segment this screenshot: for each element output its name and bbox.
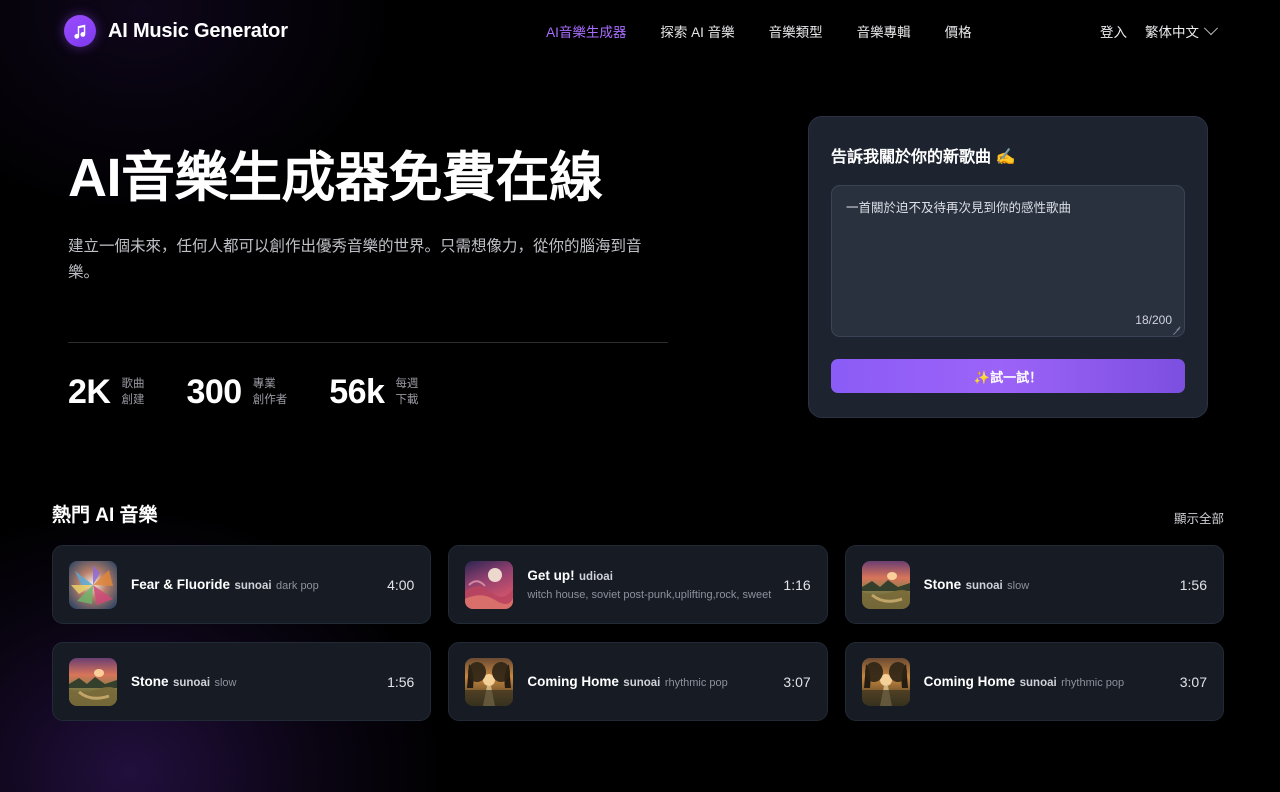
hero-copy: AI音樂生成器免費在線 建立一個未來，任何人都可以創作出優秀音樂的世界。只需想像… [68, 116, 680, 418]
track-meta: Coming Home sunoai rhythmic pop [924, 673, 1158, 691]
track-duration: 3:07 [783, 673, 811, 690]
album-art-thumbnail [69, 560, 117, 609]
section-title: 熱門 AI 音樂 [52, 505, 158, 526]
header-actions: 登入 繁体中文 [1100, 21, 1219, 41]
chevron-down-icon [1203, 21, 1219, 36]
stat-value: 56k [329, 372, 385, 411]
nav-item-pricing[interactable]: 價格 [945, 21, 972, 41]
nav-item-explore-ai-music[interactable]: 探索 AI 音樂 [660, 21, 734, 41]
track-grid: Fear & Fluoride sunoai dark pop 4:00 Get… [52, 545, 1224, 721]
brand-name: AI Music Generator [108, 19, 288, 42]
show-all-link[interactable]: 顯示全部 [1174, 508, 1224, 527]
character-counter: 18/200 [1135, 313, 1172, 327]
site-header: AI Music Generator AI音樂生成器 探索 AI 音樂 音樂類型… [0, 0, 1280, 62]
stat-label-line2: 創作者 [252, 394, 288, 407]
track-title: Coming Home [923, 673, 1016, 689]
hero-section: AI音樂生成器免費在線 建立一個未來，任何人都可以創作出優秀音樂的世界。只需想像… [0, 62, 1280, 418]
track-title: Coming Home [527, 673, 619, 689]
track-meta: Get up! udioai witch house, soviet post-… [527, 567, 771, 603]
album-art-thumbnail [465, 560, 514, 609]
album-art-thumbnail [861, 657, 910, 706]
page-title: AI音樂生成器免費在線 [68, 148, 603, 208]
prompt-textarea-value: 一首關於迫不及待再次見到你的感性歌曲 [846, 201, 1072, 215]
stat-label-line1: 專業 [252, 377, 276, 390]
stat-songs-created: 2K 歌曲 創建 [68, 373, 144, 412]
stat-label: 專業 創作者 [253, 376, 288, 409]
track-tags: rhythmic pop [664, 676, 728, 689]
nav-item-music-albums[interactable]: 音樂專輯 [857, 21, 911, 41]
nav-item-ai-music-generator[interactable]: AI音樂生成器 [546, 21, 626, 41]
stat-label: 歌曲 創建 [121, 376, 144, 409]
track-card[interactable]: Fear & Fluoride sunoai dark pop 4:00 [52, 545, 432, 624]
track-tags: rhythmic pop [1061, 676, 1125, 689]
stat-value: 2K [68, 372, 111, 411]
track-meta: Stone sunoai slow [131, 673, 365, 691]
resize-handle-icon[interactable] [1171, 323, 1181, 333]
track-title: Stone [131, 673, 169, 689]
track-duration: 1:56 [387, 673, 415, 690]
stats-row: 2K 歌曲 創建 300 專業 創作者 56k 每週 下載 [68, 373, 680, 412]
hero-panel-wrapper: 告訴我關於你的新歌曲 ✍️ 一首關於迫不及待再次見到你的感性歌曲 18/200 … [720, 116, 1208, 418]
track-artist: sunoai [1019, 676, 1057, 689]
language-selector[interactable]: 繁体中文 [1145, 21, 1219, 41]
track-meta: Fear & Fluoride sunoai dark pop [131, 576, 365, 594]
track-tags: slow [1007, 579, 1030, 592]
try-it-button[interactable]: ✨試一試！ [831, 359, 1185, 393]
track-meta: Stone sunoai slow [924, 576, 1158, 594]
track-card[interactable]: Coming Home sunoai rhythmic pop 3:07 [844, 642, 1224, 721]
popular-music-section: 熱門 AI 音樂 顯示全部 Fear & Fluoride sunoai dar… [0, 418, 1280, 721]
track-tags: slow [214, 676, 237, 689]
track-title: Fear & Fluoride [131, 576, 231, 592]
track-artist: sunoai [623, 676, 661, 689]
hero-divider [68, 341, 668, 343]
primary-navigation: AI音樂生成器 探索 AI 音樂 音樂類型 音樂專輯 價格 [416, 21, 972, 41]
stat-label-line1: 每週 [395, 377, 419, 390]
track-duration: 1:16 [783, 576, 811, 593]
track-title: Get up! [527, 567, 575, 583]
stat-label-line2: 下載 [395, 394, 419, 407]
language-label: 繁体中文 [1145, 25, 1199, 40]
nav-item-music-genres[interactable]: 音樂類型 [769, 21, 823, 41]
track-artist: sunoai [234, 579, 272, 592]
track-duration: 1:56 [1179, 576, 1207, 593]
track-tags: dark pop [275, 579, 319, 592]
stat-weekly-downloads: 56k 每週 下載 [329, 373, 418, 412]
stat-label: 每週 下載 [395, 376, 418, 409]
prompt-panel-title: 告訴我關於你的新歌曲 ✍️ [831, 149, 1016, 166]
track-duration: 4:00 [387, 576, 415, 593]
popular-section-header: 熱門 AI 音樂 顯示全部 [52, 500, 1224, 527]
track-card[interactable]: Coming Home sunoai rhythmic pop 3:07 [448, 642, 828, 721]
track-duration: 3:07 [1179, 673, 1207, 690]
track-artist: sunoai [172, 676, 211, 689]
track-meta: Coming Home sunoai rhythmic pop [527, 673, 761, 691]
brand-logo[interactable]: AI Music Generator [64, 15, 288, 47]
stat-label-line1: 歌曲 [121, 377, 145, 390]
hero-subtitle: 建立一個未來，任何人都可以創作出優秀音樂的世界。只需想像力，從你的腦海到音樂。 [68, 237, 642, 282]
track-title: Stone [923, 576, 962, 592]
stat-label-line2: 創建 [121, 394, 145, 407]
album-art-thumbnail [861, 560, 910, 609]
music-note-icon [64, 15, 96, 47]
track-tags: witch house, soviet post-punk,uplifting,… [527, 588, 772, 601]
prompt-panel: 告訴我關於你的新歌曲 ✍️ 一首關於迫不及待再次見到你的感性歌曲 18/200 … [808, 116, 1208, 418]
stat-pro-creators: 300 專業 創作者 [186, 373, 287, 412]
track-card[interactable]: Stone sunoai slow 1:56 [52, 642, 432, 721]
track-artist: sunoai [965, 579, 1003, 592]
track-card[interactable]: Get up! udioai witch house, soviet post-… [448, 545, 828, 624]
track-card[interactable]: Stone sunoai slow 1:56 [844, 545, 1224, 624]
album-art-thumbnail [69, 657, 117, 706]
track-artist: udioai [579, 570, 613, 583]
login-button[interactable]: 登入 [1100, 21, 1127, 41]
prompt-textarea[interactable]: 一首關於迫不及待再次見到你的感性歌曲 18/200 [831, 185, 1185, 337]
stat-value: 300 [186, 372, 242, 411]
album-art-thumbnail [465, 657, 514, 706]
